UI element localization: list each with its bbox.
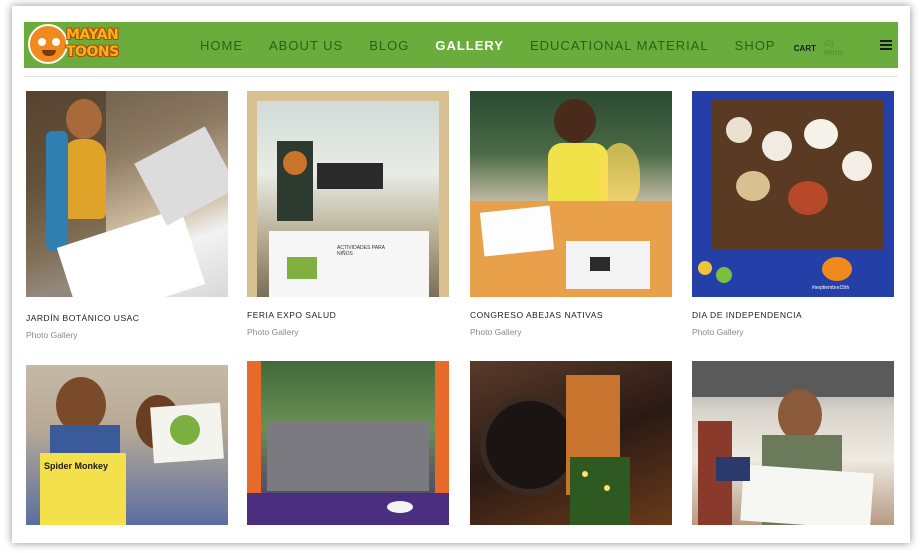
gallery-thumb-row2-1[interactable]: Spider Monkey [26,365,228,525]
gallery-thumb-dia-de-independencia[interactable]: #septiembre15th [692,91,894,297]
gallery-title[interactable]: FERIA EXPO SALUD [247,310,336,320]
gallery-thumb-row2-4[interactable] [692,361,894,525]
main-menu: HOME ABOUT US BLOG GALLERY EDUCATIONAL M… [200,22,776,68]
nav-about-us[interactable]: ABOUT US [269,38,343,53]
cart-link[interactable]: CART (0) items [794,39,854,57]
nav-shop[interactable]: SHOP [735,38,776,53]
nav-blog[interactable]: BLOG [369,38,409,53]
gallery-thumb-row2-3[interactable] [470,361,672,525]
gallery-subtitle: Photo Gallery [247,327,299,337]
site-logo[interactable]: MAYAN TOONS [28,24,120,66]
cart-count: (0) items [824,39,844,57]
monkey-logo-icon [28,24,68,64]
gallery-title[interactable]: DIA DE INDEPENDENCIA [692,310,802,320]
gallery-thumb-jardin-botanico[interactable] [26,91,228,297]
logo-text: MAYAN TOONS [66,27,119,60]
site-header: MAYAN TOONS HOME ABOUT US BLOG GALLERY E… [24,22,898,68]
nav-educational-material[interactable]: EDUCATIONAL MATERIAL [530,38,709,53]
gallery-thumb-row2-2[interactable] [247,361,449,525]
nav-home[interactable]: HOME [200,38,243,53]
hashtag-text: #septiembre15th [812,285,850,291]
gallery-title[interactable]: CONGRESO ABEJAS NATIVAS [470,310,603,320]
stand-banner-text: ACTIVIDADES PARA NIÑOS [337,245,385,257]
header-divider [24,76,898,77]
cart-label: CART [793,43,816,53]
gallery-thumb-feria-expo-salud[interactable]: ACTIVIDADES PARA NIÑOS [247,91,449,297]
gallery-thumb-congreso-abejas-nativas[interactable] [470,91,672,297]
gallery-title[interactable]: JARDÍN BOTÁNICO USAC [26,313,139,323]
hamburger-icon[interactable] [880,40,892,50]
gallery-subtitle: Photo Gallery [26,330,78,340]
gallery-subtitle: Photo Gallery [692,327,744,337]
gallery-subtitle: Photo Gallery [470,327,522,337]
nav-gallery[interactable]: GALLERY [435,38,504,53]
browser-viewport: MAYAN TOONS HOME ABOUT US BLOG GALLERY E… [12,6,910,543]
book-title-text: Spider Monkey [44,461,109,471]
